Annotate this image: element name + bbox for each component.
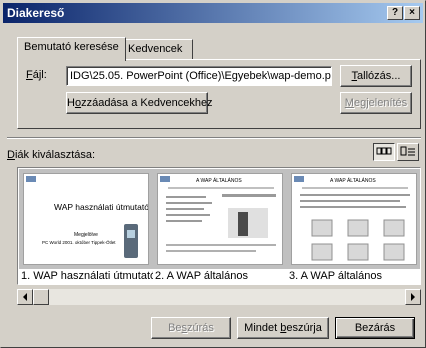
slide-finder-dialog: Diakereső ? × Bemutató keresése Kedvence… bbox=[0, 0, 426, 348]
add-to-favorites-button[interactable]: Hozzáadása a Kedvencekhez bbox=[66, 92, 213, 114]
slide-label: 3. A WAP általános bbox=[289, 270, 382, 282]
separator bbox=[7, 137, 421, 139]
slide-sub-text: Megjelölve bbox=[74, 232, 98, 238]
arrow-right-icon bbox=[411, 293, 415, 301]
slide-preview: A WAP ÁLTALÁNOS bbox=[158, 174, 282, 264]
horizontal-scrollbar[interactable] bbox=[17, 289, 421, 305]
title-bar[interactable]: Diakereső ? × bbox=[3, 3, 423, 23]
thumbnail-view-button[interactable] bbox=[373, 143, 395, 161]
slide-label: 2. A WAP általános bbox=[155, 270, 248, 282]
tab-favorites[interactable]: Kedvencek bbox=[121, 39, 193, 60]
slide-title-text: A WAP ÁLTALÁNOS bbox=[196, 177, 242, 184]
insert-button[interactable]: Beszúrás bbox=[151, 317, 231, 339]
slide-thumbnail[interactable]: A WAP ÁLTALÁNOS bbox=[287, 169, 420, 269]
scroll-right-button[interactable] bbox=[405, 289, 421, 305]
slide-label: 1. WAP használati útmutató bbox=[21, 270, 153, 282]
slide-preview: A WAP ÁLTALÁNOS bbox=[292, 174, 416, 264]
tab-find-presentation[interactable]: Bemutató keresése bbox=[17, 37, 126, 61]
slide-list[interactable]: WAP használati útmutató Megjelölve PC Wo… bbox=[17, 167, 421, 285]
file-label: Fájl: bbox=[26, 69, 47, 81]
slide-thumbnail[interactable]: WAP használati útmutató Megjelölve PC Wo… bbox=[19, 169, 153, 269]
tab-panel: Fájl: IDG\25.05. PowerPoint (Office)\Egy… bbox=[17, 59, 421, 129]
slides-label: Diák kiválasztása: bbox=[7, 149, 96, 161]
close-button[interactable]: Bezárás bbox=[335, 317, 415, 339]
slide-title-text: A WAP ÁLTALÁNOS bbox=[330, 177, 376, 184]
scroll-left-button[interactable] bbox=[17, 289, 33, 305]
list-view-icon bbox=[400, 146, 415, 156]
slide-thumbnail[interactable]: A WAP ÁLTALÁNOS bbox=[153, 169, 287, 269]
close-icon[interactable]: × bbox=[404, 6, 420, 20]
insert-all-button[interactable]: Mindet beszúrja bbox=[237, 317, 329, 339]
window-title: Diakereső bbox=[7, 6, 65, 20]
list-view-button[interactable] bbox=[397, 143, 419, 161]
arrow-left-icon bbox=[23, 293, 27, 301]
thumbnails-icon bbox=[376, 147, 392, 155]
browse-button[interactable]: Tallózás... bbox=[340, 65, 412, 87]
scroll-thumb[interactable] bbox=[33, 289, 49, 305]
display-button[interactable]: Megjelenítés bbox=[340, 92, 412, 114]
slide-title-text: WAP használati útmutató bbox=[54, 202, 149, 212]
help-button[interactable]: ? bbox=[387, 6, 403, 20]
slide-preview: WAP használati útmutató Megjelölve PC Wo… bbox=[24, 174, 149, 264]
slide-sub-text: PC World 2001. október Tippek-Ötlet bbox=[42, 239, 116, 245]
file-path-input[interactable]: IDG\25.05. PowerPoint (Office)\Egyebek\w… bbox=[66, 66, 332, 86]
